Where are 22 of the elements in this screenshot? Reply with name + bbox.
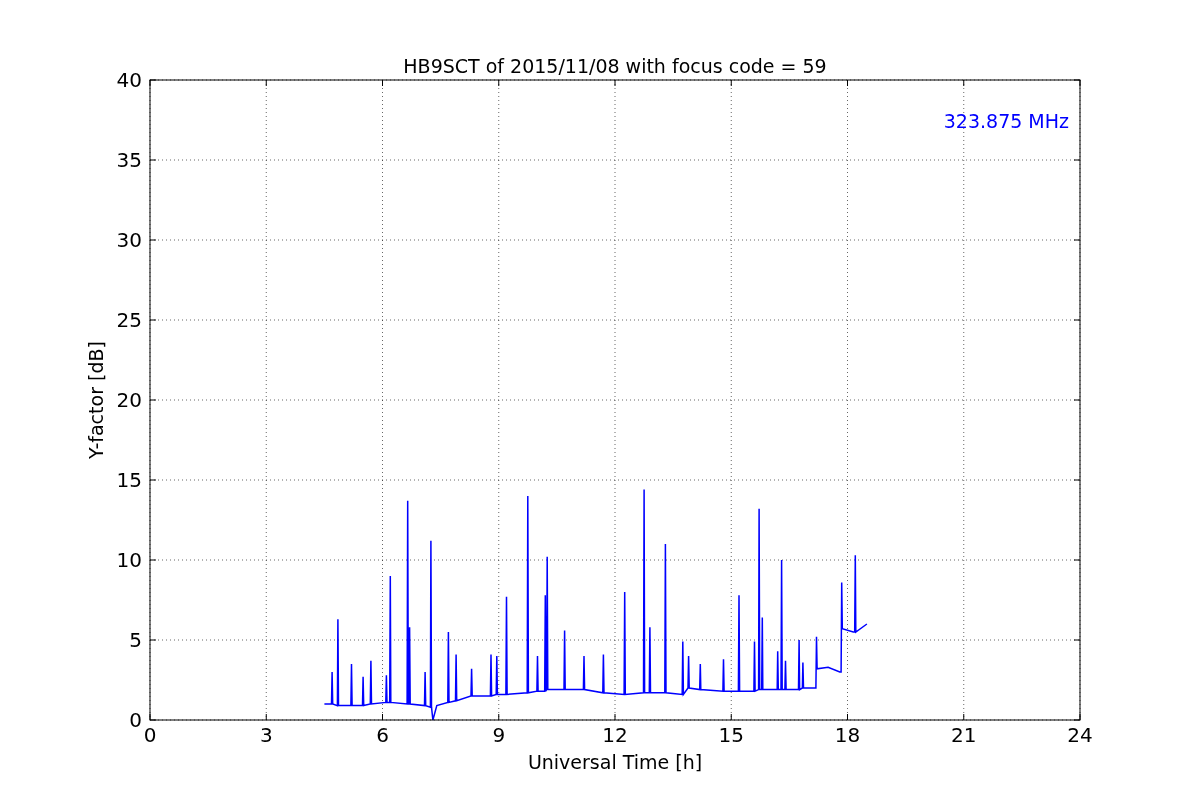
x-tick-label: 3 — [259, 723, 273, 747]
y-tick-label: 5 — [129, 628, 142, 652]
series-label: 323.875 MHz — [943, 110, 1069, 132]
x-tick-label: 9 — [492, 723, 506, 747]
x-tick-label: 6 — [376, 723, 389, 747]
y-tick-label: 0 — [129, 708, 142, 732]
y-axis-label: Y-factor [dB] — [85, 341, 107, 459]
x-tick-label: 12 — [602, 723, 628, 747]
y-tick-label: 25 — [116, 308, 142, 332]
y-tick-label: 30 — [116, 228, 142, 252]
x-tick-label: 0 — [143, 723, 157, 747]
y-tick-label: 40 — [116, 68, 142, 92]
x-tick-label: 24 — [1067, 723, 1093, 747]
chart-title: HB9SCT of 2015/11/08 with focus code = 59 — [403, 55, 827, 77]
y-tick-label: 20 — [116, 388, 142, 412]
y-tick-label: 10 — [116, 548, 142, 572]
y-tick-label: 35 — [116, 148, 142, 172]
y-tick-label: 15 — [116, 468, 142, 492]
x-tick-label: 21 — [951, 723, 977, 747]
x-tick-label: 15 — [718, 723, 744, 747]
x-axis-label: Universal Time [h] — [527, 751, 703, 773]
x-tick-label: 18 — [834, 723, 861, 747]
